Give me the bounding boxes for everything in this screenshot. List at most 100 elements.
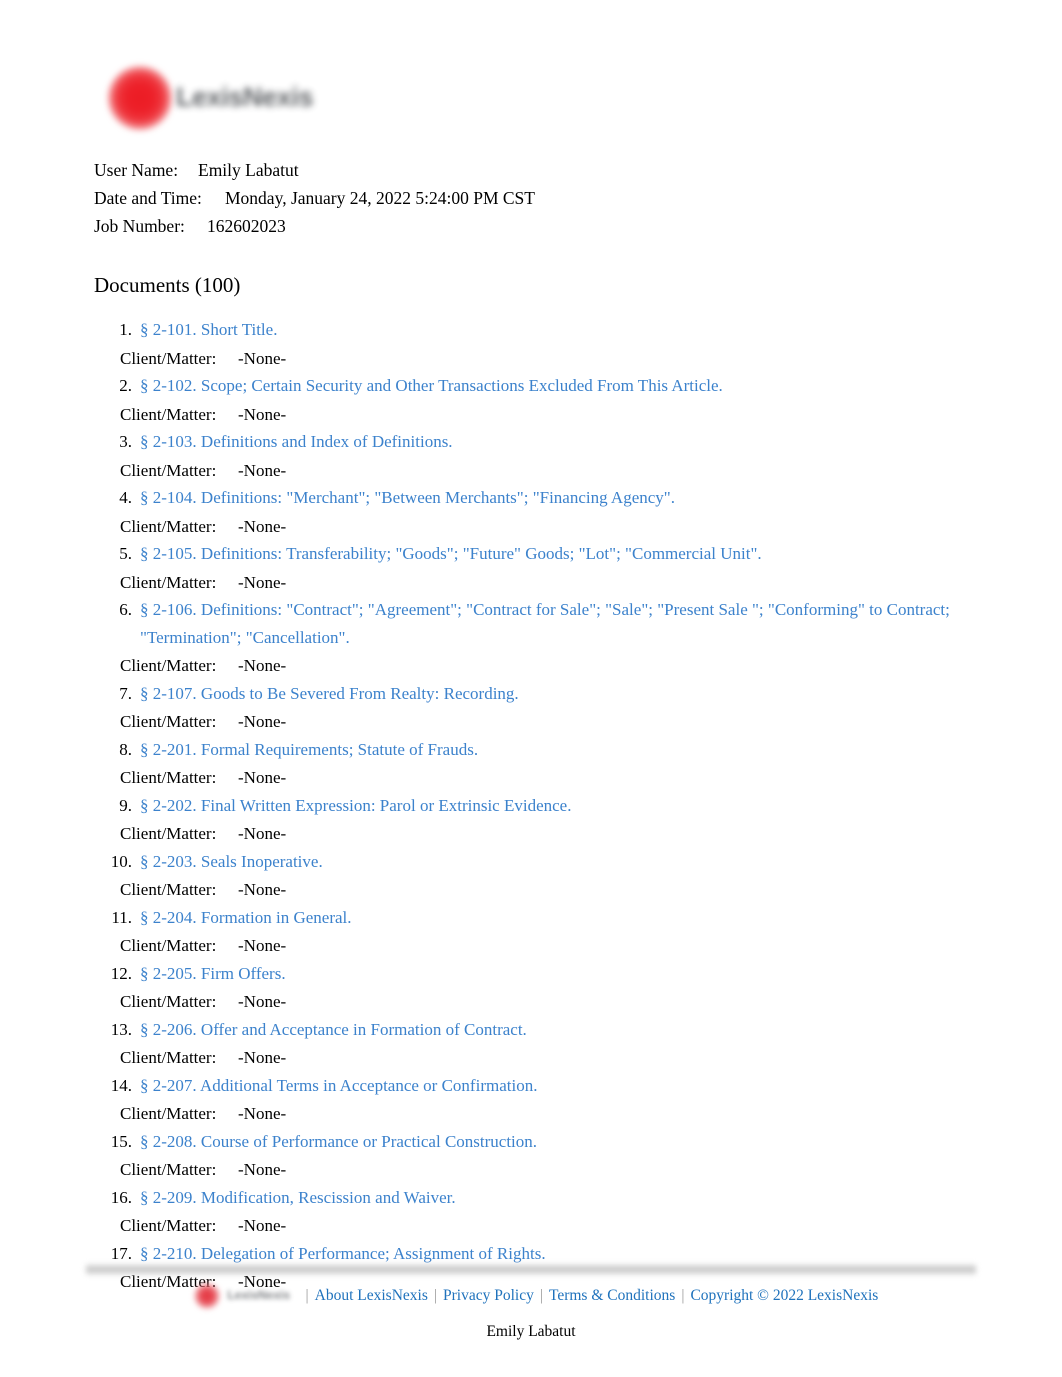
- list-item-number: 6.: [119, 600, 132, 619]
- document-link[interactable]: § 2-107. Goods to Be Severed From Realty…: [140, 683, 519, 703]
- list-item-title-row: § 2-105. Definitions: Transferability; "…: [140, 541, 974, 569]
- date-time-value: Monday, January 24, 2022 5:24:00 PM CST: [225, 188, 535, 208]
- document-link[interactable]: § 2-201. Formal Requirements; Statute of…: [140, 739, 479, 759]
- list-item: 14. § 2-207. Additional Terms in Acceptan…: [94, 1073, 974, 1129]
- document-link[interactable]: § 2-202. Final Written Expression: Parol…: [140, 795, 572, 815]
- user-name-value: Emily Labatut: [198, 160, 299, 180]
- list-item-number: 14.: [110, 1075, 132, 1095]
- client-matter-value: -None-: [238, 992, 287, 1011]
- client-matter-label: Client/Matter:: [120, 1160, 217, 1179]
- list-item-title-row: § 2-106. Definitions: "Contract"; "Agree…: [140, 597, 974, 652]
- footer-links-row: LexisNexis | About LexisNexis | Privacy Pol…: [184, 1283, 878, 1310]
- client-matter-label: Client/Matter:: [120, 936, 217, 955]
- list-item-title-row: § 2-102. Scope; Certain Security and Oth…: [140, 373, 974, 401]
- client-matter-value: -None-: [238, 348, 287, 368]
- client-matter-label: Client/Matter:: [120, 712, 217, 731]
- client-matter-row: Client/Matter: -None-: [120, 876, 974, 905]
- client-matter-value: -None-: [238, 936, 287, 955]
- list-item: 12. § 2-205. Firm Offers. Client/Matter: -N…: [94, 961, 974, 1017]
- document-link[interactable]: § 2-203. Seals Inoperative.: [140, 851, 323, 871]
- client-matter-row: Client/Matter: -None-: [120, 708, 974, 737]
- list-item: 5. § 2-105. Definitions: Transferability;…: [94, 541, 974, 597]
- footer-divider: [86, 1263, 976, 1276]
- document-link[interactable]: § 2-210. Delegation of Performance; Assi…: [140, 1243, 546, 1263]
- list-item: 9. § 2-202. Final Written Expression: Par…: [94, 793, 974, 849]
- client-matter-value: -None-: [238, 1048, 287, 1067]
- list-item-number: 5.: [119, 544, 132, 563]
- client-matter-row: Client/Matter: -None-: [120, 345, 974, 374]
- document-link[interactable]: § 2-102. Scope; Certain Security and Oth…: [140, 376, 723, 395]
- list-item: 13. § 2-206. Offer and Acceptance in Form…: [94, 1017, 974, 1073]
- client-matter-row: Client/Matter: -None-: [120, 1044, 974, 1073]
- document-link[interactable]: § 2-101. Short Title.: [140, 320, 278, 339]
- client-matter-row: Client/Matter: -None-: [120, 764, 974, 793]
- client-matter-value: -None-: [238, 1104, 287, 1123]
- list-item: 15. § 2-208. Course of Performance or Pra…: [94, 1129, 974, 1185]
- list-item-title-row: § 2-204. Formation in General.: [140, 905, 974, 933]
- list-item-title-row: § 2-206. Offer and Acceptance in Formati…: [140, 1017, 974, 1045]
- list-item: 8. § 2-201. Formal Requirements; Statute …: [94, 737, 974, 793]
- footer-link[interactable]: Privacy Policy: [443, 1283, 534, 1309]
- client-matter-row: Client/Matter: -None-: [120, 988, 974, 1017]
- list-item: 2. § 2-102. Scope; Certain Security and O…: [94, 373, 974, 429]
- document-link[interactable]: § 2-206. Offer and Acceptance in Formati…: [140, 1019, 527, 1039]
- footer-link[interactable]: Terms & Conditions: [549, 1283, 675, 1309]
- list-item-number: 8.: [119, 739, 132, 759]
- date-time-label: Date and Time:: [94, 188, 202, 208]
- list-item-number: 4.: [119, 488, 132, 507]
- footer-link[interactable]: About LexisNexis: [315, 1283, 428, 1309]
- footer-separator: |: [681, 1287, 685, 1305]
- client-matter-label: Client/Matter:: [120, 460, 217, 480]
- list-item: 6. § 2-106. Definitions: "Contract"; "Agr…: [94, 597, 974, 681]
- list-item-title-row: § 2-205. Firm Offers.: [140, 961, 974, 989]
- footer-separator: |: [433, 1287, 437, 1305]
- document-link[interactable]: § 2-205. Firm Offers.: [140, 963, 286, 983]
- job-number-value: 162602023: [207, 216, 286, 236]
- list-item-number: 2.: [119, 376, 132, 395]
- list-item: 3. § 2-103. Definitions and Index of Defi…: [94, 429, 974, 485]
- list-item-title-row: § 2-207. Additional Terms in Acceptance …: [140, 1073, 974, 1101]
- list-item-number: 10.: [110, 851, 132, 871]
- list-item-number: 16.: [110, 1187, 132, 1207]
- client-matter-label: Client/Matter:: [120, 992, 217, 1011]
- list-item-number: 13.: [110, 1019, 132, 1039]
- list-item-title-row: § 2-103. Definitions and Index of Defini…: [140, 429, 974, 457]
- document-link[interactable]: § 2-209. Modification, Rescission and Wa…: [140, 1187, 456, 1207]
- document-list: 1. § 2-101. Short Title. Client/Matter: -No…: [94, 317, 974, 1297]
- client-matter-label: Client/Matter:: [120, 572, 217, 592]
- metadata-row-date-time: Date and Time: Monday, January 24, 2022 5…: [94, 184, 954, 212]
- metadata-row-user-name: User Name: Emily Labatut: [94, 156, 954, 184]
- document-link[interactable]: § 2-103. Definitions and Index of Defini…: [140, 432, 453, 451]
- list-item: 4. § 2-104. Definitions: "Merchant"; "Bet…: [94, 485, 974, 541]
- document-link[interactable]: § 2-104. Definitions: "Merchant"; "Betwe…: [140, 488, 675, 507]
- lexisnexis-footer-wordmark: LexisNexis: [227, 1288, 291, 1303]
- list-item-number: 9.: [119, 795, 132, 815]
- document-link[interactable]: § 2-105. Definitions: Transferability; "…: [140, 544, 762, 563]
- list-item: 16. § 2-209. Modification, Rescission and…: [94, 1185, 974, 1241]
- footer-separator: |: [539, 1287, 543, 1305]
- client-matter-value: -None-: [238, 768, 287, 787]
- list-item-number: 11.: [111, 907, 132, 927]
- list-item-number: 12.: [110, 963, 132, 983]
- list-item-title-row: § 2-201. Formal Requirements; Statute of…: [140, 737, 974, 765]
- client-matter-label: Client/Matter:: [120, 768, 217, 787]
- footer-separator: |: [305, 1287, 309, 1305]
- footer-user-name: Emily Labatut: [486, 1323, 576, 1340]
- footer-link[interactable]: Copyright © 2022 LexisNexis: [690, 1283, 878, 1309]
- list-item-title-row: § 2-202. Final Written Expression: Parol…: [140, 793, 974, 821]
- lexisnexis-red-dot-icon: [108, 66, 172, 130]
- document-link[interactable]: § 2-106. Definitions: "Contract"; "Agree…: [140, 600, 950, 647]
- client-matter-row: Client/Matter: -None-: [120, 513, 974, 542]
- list-item: 11. § 2-204. Formation in General. Client/…: [94, 905, 974, 961]
- document-page: LexisNexis User Name: Emily Labatut Date …: [0, 0, 1062, 1377]
- client-matter-value: -None-: [238, 1216, 287, 1235]
- client-matter-row: Client/Matter: -None-: [120, 1212, 974, 1241]
- document-link[interactable]: § 2-207. Additional Terms in Acceptance …: [140, 1075, 538, 1095]
- document-link[interactable]: § 2-204. Formation in General.: [140, 907, 352, 927]
- list-item-title-row: § 2-101. Short Title.: [140, 317, 974, 345]
- lexisnexis-footer-red-dot-icon: [193, 1283, 220, 1310]
- client-matter-row: Client/Matter: -None-: [120, 820, 974, 849]
- document-link[interactable]: § 2-208. Course of Performance or Practi…: [140, 1131, 538, 1151]
- lexisnexis-footer-logo: LexisNexis: [184, 1283, 296, 1310]
- client-matter-label: Client/Matter:: [120, 824, 217, 843]
